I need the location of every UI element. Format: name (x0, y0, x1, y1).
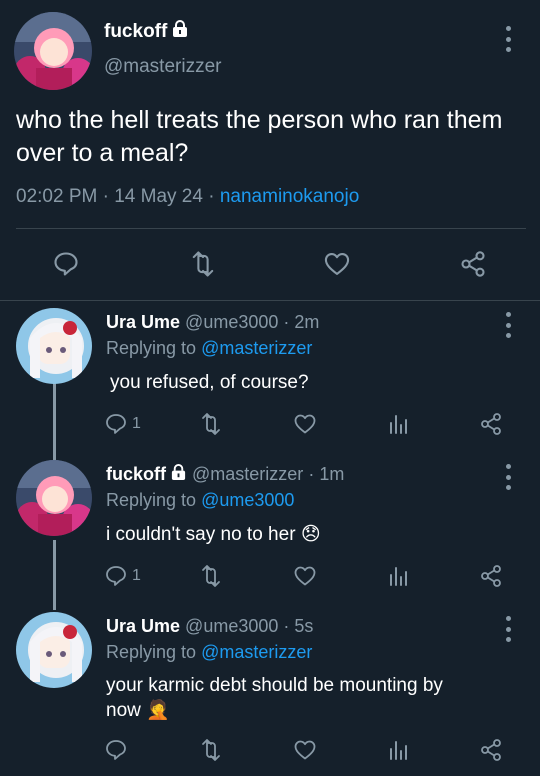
reply-display-name[interactable]: Ura Ume (106, 616, 180, 636)
reply-avatar[interactable] (16, 460, 92, 536)
like-button[interactable] (292, 738, 318, 762)
share-icon (461, 251, 485, 277)
share-icon (481, 413, 501, 435)
reply-button[interactable] (104, 738, 128, 762)
reply-header: Ura Ume @ume3000 · 5s (106, 616, 313, 637)
like-icon (294, 740, 316, 760)
reply-text-line-2: now (106, 700, 141, 721)
more-options-icon[interactable] (505, 464, 511, 490)
replying-to: Replying to @masterizzer (106, 642, 312, 663)
reply-icon (106, 414, 126, 434)
thread-line (53, 382, 56, 460)
replying-to: Replying to @masterizzer (106, 338, 312, 359)
like-button[interactable] (292, 412, 318, 436)
retweet-icon (202, 565, 220, 587)
lock-icon (171, 20, 189, 44)
reply-button[interactable]: 1 (104, 412, 141, 436)
reply-handle[interactable]: @masterizzer (192, 464, 303, 484)
retweet-button[interactable] (198, 564, 224, 588)
retweet-button[interactable] (198, 412, 224, 436)
analytics-button[interactable] (386, 564, 410, 588)
reply-display-name[interactable]: Ura Ume (106, 312, 180, 332)
main-like-button[interactable] (322, 250, 352, 278)
analytics-icon (390, 741, 407, 760)
lock-icon (170, 464, 187, 486)
reply-header: Ura Ume @ume3000 · 2m (106, 312, 319, 333)
share-button[interactable] (478, 738, 504, 762)
retweet-icon (202, 739, 220, 761)
more-options-icon[interactable] (505, 616, 511, 642)
reply-button[interactable]: 1 (104, 564, 141, 588)
disappointed-face-emoji: 😞 (300, 524, 321, 545)
retweet-icon (202, 413, 220, 435)
analytics-icon (390, 567, 407, 586)
replying-to-handle[interactable]: @masterizzer (201, 338, 312, 358)
meta-separator: · (102, 186, 109, 207)
main-handle[interactable]: @masterizzer (104, 56, 221, 78)
main-divider-top (16, 228, 526, 229)
facepalm-emoji: 🤦 (146, 700, 170, 721)
main-share-button[interactable] (458, 250, 488, 278)
reply-time: 5s (294, 616, 314, 636)
replying-to-label: Replying to (106, 338, 197, 358)
share-button[interactable] (478, 564, 504, 588)
reply-count: 1 (132, 567, 141, 584)
meta-separator: · (208, 186, 215, 207)
main-retweet-button[interactable] (188, 250, 218, 278)
thread-line (53, 540, 56, 610)
analytics-button[interactable] (386, 738, 410, 762)
main-reply-button[interactable] (52, 250, 80, 278)
main-meta: 02:02 PM · 14 May 24 · nanaminokanojo (16, 186, 359, 208)
analytics-button[interactable] (386, 412, 410, 436)
replying-to: Replying to @ume3000 (106, 490, 294, 511)
reply-avatar[interactable] (16, 612, 92, 688)
reply-count: 1 (132, 415, 141, 432)
meta-separator: · (283, 312, 290, 332)
reply-text: you refused, of course? (110, 372, 309, 393)
reply-text: i couldn't say no to her (106, 524, 296, 545)
main-divider-bottom (0, 300, 540, 301)
analytics-icon (390, 415, 407, 434)
replying-to-label: Replying to (106, 490, 197, 510)
reply-time: 2m (294, 312, 320, 332)
retweet-button[interactable] (198, 738, 224, 762)
share-icon (481, 565, 501, 587)
reply-handle[interactable]: @ume3000 (185, 616, 278, 636)
replying-to-handle[interactable]: @ume3000 (201, 490, 294, 510)
reply-time: 1m (319, 464, 345, 484)
reply-header: fuckoff @masterizzer · 1m (106, 464, 344, 486)
main-avatar[interactable] (14, 12, 92, 90)
more-options-icon[interactable] (505, 26, 511, 52)
main-display-name: fuckoff (104, 21, 168, 43)
like-button[interactable] (292, 564, 318, 588)
reply-handle[interactable]: @ume3000 (185, 312, 278, 332)
reply-icon (106, 740, 126, 760)
reply-icon (54, 252, 78, 276)
more-options-icon[interactable] (505, 312, 511, 338)
reply-icon (106, 566, 126, 586)
like-icon (324, 253, 350, 275)
retweet-icon (192, 251, 214, 277)
main-time: 02:02 PM (16, 186, 98, 207)
meta-separator: · (283, 616, 290, 636)
meta-separator: · (308, 464, 315, 484)
like-icon (294, 414, 316, 434)
replying-to-label: Replying to (106, 642, 197, 662)
share-button[interactable] (478, 412, 504, 436)
reply-avatar[interactable] (16, 308, 92, 384)
main-author[interactable]: fuckoff (104, 20, 189, 44)
reply-display-name[interactable]: fuckoff (106, 464, 166, 484)
main-source-link[interactable]: nanaminokanojo (220, 186, 359, 207)
reply-text-row: i couldn't say no to her 😞 (106, 523, 321, 546)
reply-text-line-1: your karmic debt should be mounting by (106, 675, 443, 696)
share-icon (481, 739, 501, 761)
like-icon (294, 566, 316, 586)
reply-text-row: now 🤦 (106, 698, 170, 722)
main-tweet-text: who the hell treats the person who ran t… (16, 106, 503, 167)
replying-to-handle[interactable]: @masterizzer (201, 642, 312, 662)
main-date: 14 May 24 (114, 186, 203, 207)
